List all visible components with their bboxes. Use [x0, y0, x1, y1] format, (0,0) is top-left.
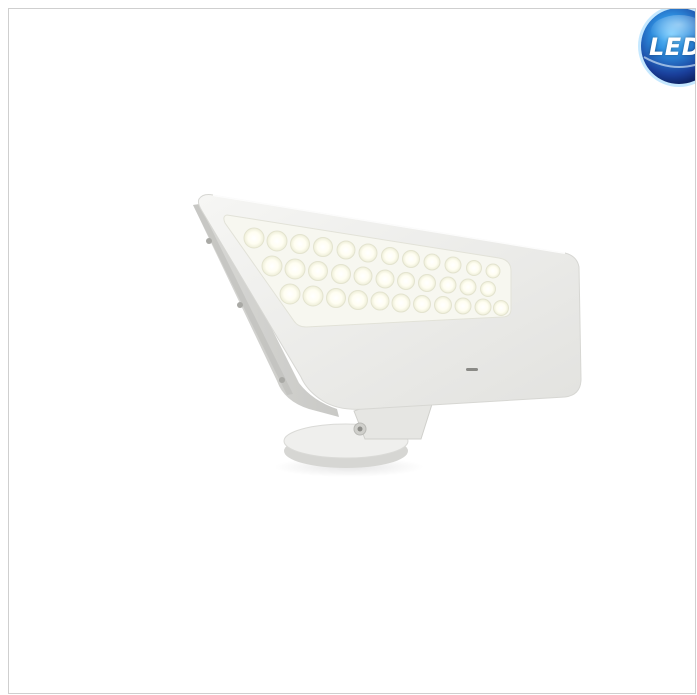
led-badge-text: LED [649, 33, 695, 61]
led-floodlight-fixture [193, 194, 582, 477]
image-frame: LED [8, 8, 696, 694]
housing-logo-mark [466, 368, 478, 371]
led-badge: LED [634, 9, 695, 91]
